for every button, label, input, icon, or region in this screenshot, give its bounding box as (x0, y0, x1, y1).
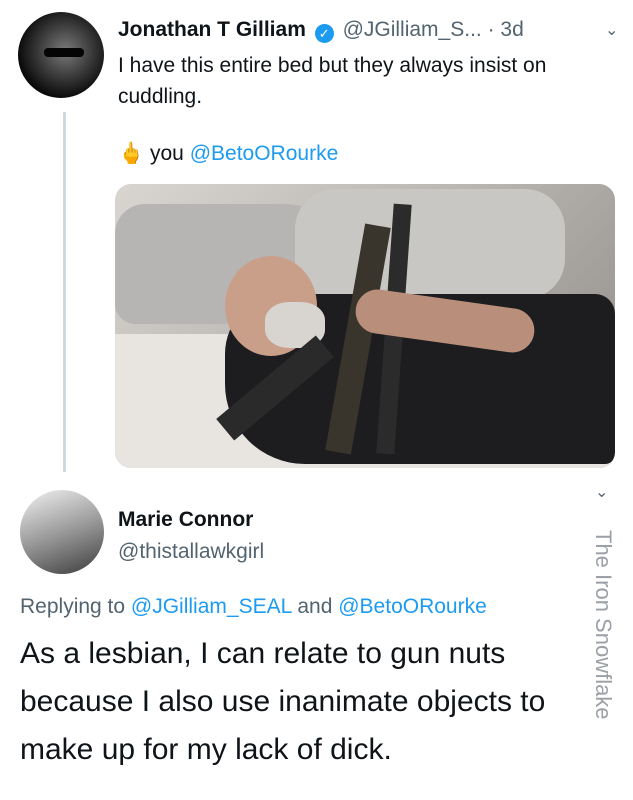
image-caption: 🖕 you @BetoORourke (118, 142, 338, 166)
tweet-time[interactable]: · 3d (488, 18, 524, 41)
replying-to: Replying to @JGilliam_SEAL and @BetoORou… (20, 595, 487, 619)
watermark: The Iron Snowflake (591, 530, 616, 720)
mention-link[interactable]: @JGilliam_SEAL (131, 595, 292, 618)
tweet-text: I have this entire bed but they always i… (118, 54, 547, 108)
tweet-header: Jonathan T Gilliam ✓ @JGilliam_S... · 3d (118, 18, 524, 43)
replying-and: and (297, 595, 333, 618)
avatar[interactable] (18, 12, 104, 98)
author-name[interactable]: Marie Connor (118, 508, 253, 532)
tweet-photo[interactable] (115, 184, 615, 468)
verified-badge-icon: ✓ (314, 24, 334, 43)
sunglasses-shape (44, 48, 84, 57)
author-handle[interactable]: @thistallawkgirl (118, 540, 264, 564)
avatar[interactable] (20, 490, 104, 574)
author-handle[interactable]: @JGilliam_S... (343, 18, 482, 41)
middle-finger-emoji-icon: 🖕 (118, 142, 145, 165)
chevron-down-icon[interactable]: ⌄ (595, 482, 608, 502)
tweet-text: As a lesbian, I can relate to gun nuts b… (20, 637, 546, 766)
caption-word: you (150, 142, 184, 165)
mention-link[interactable]: @BetoORourke (338, 595, 487, 618)
thread-line (63, 112, 66, 472)
chevron-down-icon[interactable]: ⌄ (605, 20, 618, 40)
author-name[interactable]: Jonathan T Gilliam (118, 18, 306, 41)
mention-link[interactable]: @BetoORourke (190, 142, 339, 165)
replying-prefix: Replying to (20, 595, 126, 618)
pillow-shape (295, 189, 565, 299)
